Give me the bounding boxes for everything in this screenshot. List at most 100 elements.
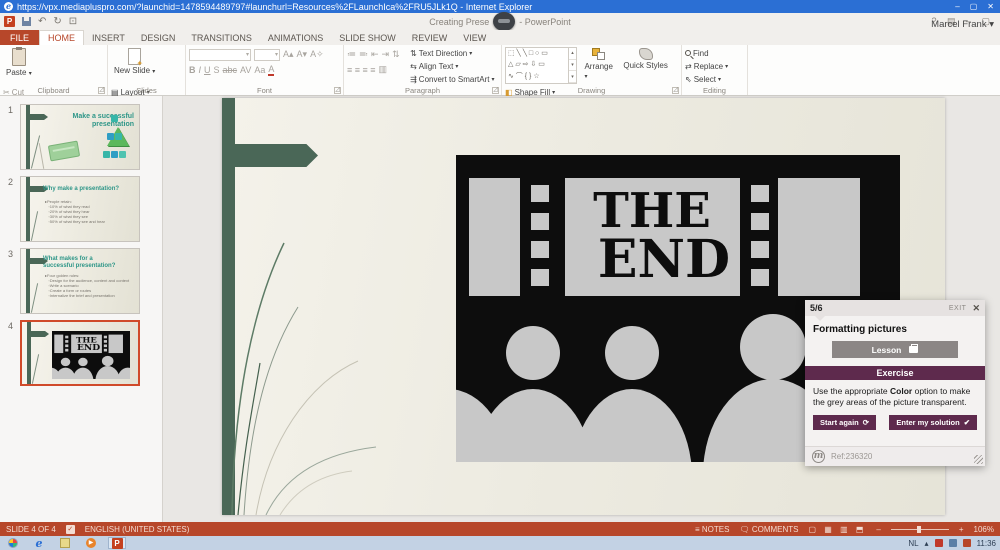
tab-file[interactable]: FILE: [0, 30, 39, 45]
panel-pointer: [815, 316, 825, 321]
tab-review[interactable]: REVIEW: [404, 30, 456, 45]
underline-button[interactable]: U: [204, 65, 211, 75]
thumb-1-card-shape: [48, 141, 80, 162]
font-size-select[interactable]: ▾: [254, 49, 280, 61]
shapes-row-3[interactable]: ∿ ⌒ { } ☆: [508, 73, 566, 81]
browser-minimize-button[interactable]: –: [955, 2, 959, 11]
thumbnail-slide-1[interactable]: 1 Make a successful presentation: [0, 101, 162, 173]
arrange-button[interactable]: Arrange▾: [581, 47, 615, 86]
change-case-button[interactable]: Aa: [254, 65, 265, 75]
convert-smartart-button[interactable]: ⇶ Convert to SmartArt ▾: [410, 73, 494, 85]
language-status[interactable]: ENGLISH (UNITED STATES): [85, 525, 190, 534]
thumbnail-slide-3[interactable]: 3 What makes for a successful presentati…: [0, 245, 162, 317]
tab-home[interactable]: HOME: [39, 30, 84, 45]
tab-insert[interactable]: INSERT: [84, 30, 133, 45]
lesson-button[interactable]: Lesson: [832, 341, 958, 358]
shadow-button[interactable]: S: [214, 65, 220, 75]
training-panel-header[interactable]: 5/6 EXIT ✕: [805, 300, 985, 316]
comments-button[interactable]: 🗨 COMMENTS: [739, 525, 798, 534]
columns-button[interactable]: ▥: [379, 64, 388, 75]
training-widget-puck[interactable]: [493, 12, 515, 31]
enter-solution-button[interactable]: Enter my solution✔: [889, 415, 977, 430]
taskbar-ie[interactable]: e: [30, 537, 48, 549]
line-spacing-button[interactable]: ⇅: [392, 49, 400, 60]
zoom-slider-thumb[interactable]: [917, 526, 921, 533]
clock[interactable]: 11:36: [977, 540, 996, 547]
font-dialog-launcher[interactable]: ◿: [334, 87, 341, 94]
save-icon[interactable]: [22, 17, 31, 26]
clipboard-dialog-launcher[interactable]: ◿: [98, 87, 105, 94]
browser-close-button[interactable]: ✕: [987, 2, 994, 11]
tab-transitions[interactable]: TRANSITIONS: [183, 30, 260, 45]
close-icon[interactable]: ✕: [972, 303, 980, 314]
thumbnail-slide-4[interactable]: 4 THE: [0, 317, 162, 389]
shapes-row-1[interactable]: ⬚ ╲ ╲ □ ○ ▭: [508, 50, 566, 58]
powerpoint-logo-icon[interactable]: P: [4, 16, 15, 27]
language-indicator[interactable]: NL: [908, 539, 918, 548]
group-label-font: Font: [186, 86, 343, 95]
resize-handle[interactable]: [974, 455, 983, 464]
paste-button[interactable]: Paste ▾: [3, 47, 35, 86]
touch-mode-icon[interactable]: ⊡: [69, 17, 77, 27]
taskbar-powerpoint[interactable]: P: [108, 537, 126, 549]
italic-button[interactable]: I: [199, 65, 202, 75]
screen: e https://vpx.mediapluspro.com/?launchid…: [0, 0, 1000, 550]
clear-formatting-button[interactable]: A✧: [310, 49, 324, 60]
grow-font-button[interactable]: A▴: [283, 49, 294, 60]
paragraph-dialog-launcher[interactable]: ◿: [492, 87, 499, 94]
shapes-row-2[interactable]: △ ▱ ⇨ ⇩ ▭: [508, 61, 566, 69]
tab-design[interactable]: DESIGN: [133, 30, 184, 45]
new-slide-button[interactable]: New Slide ▾: [111, 47, 158, 86]
font-color-button[interactable]: A: [268, 64, 274, 76]
browser-maximize-button[interactable]: ▢: [970, 2, 978, 11]
the-end-text-line2: END: [598, 229, 730, 290]
text-direction-button[interactable]: ⇅ Text Direction ▾: [410, 47, 494, 59]
zoom-slider[interactable]: [891, 529, 949, 530]
char-spacing-button[interactable]: AV: [240, 65, 251, 75]
bold-button[interactable]: B: [189, 65, 196, 75]
svg-text:THE: THE: [76, 336, 97, 344]
workspace: 1 Make a successful presentation: [0, 96, 1000, 522]
zoom-level[interactable]: 106%: [974, 525, 994, 534]
decrease-indent-button[interactable]: ⇤: [371, 49, 379, 60]
undo-icon[interactable]: ↶: [38, 17, 46, 27]
replace-button[interactable]: ⇄ Replace ▾: [685, 60, 728, 72]
select-button[interactable]: ⇖ Select ▾: [685, 73, 728, 85]
start-button[interactable]: [4, 537, 22, 549]
view-mode-buttons[interactable]: ▢ ▦ ▥ ⬒: [809, 525, 867, 534]
redo-icon[interactable]: ↻: [53, 17, 61, 27]
bullets-button[interactable]: ≔: [347, 49, 356, 60]
spellcheck-icon[interactable]: ✓: [66, 525, 75, 534]
alignment-buttons[interactable]: ≡ ≡ ≡ ≡: [347, 65, 376, 75]
new-slide-icon: [128, 48, 141, 65]
find-button[interactable]: Find: [685, 47, 728, 59]
taskbar-media-player[interactable]: ▶: [82, 537, 100, 549]
tab-view[interactable]: VIEW: [455, 30, 494, 45]
user-account[interactable]: Marcel Frank ▾: [931, 19, 994, 30]
exit-button[interactable]: EXIT: [949, 305, 967, 312]
thumbnail-slide-2[interactable]: 2 Why make a presentation? ▸People retai…: [0, 173, 162, 245]
tray-icon-3[interactable]: [963, 539, 971, 547]
shapes-gallery-scrollbar[interactable]: ▴▾▾: [568, 48, 576, 83]
zoom-in-button[interactable]: +: [959, 525, 964, 534]
taskbar-notes-app[interactable]: [56, 537, 74, 549]
tab-slideshow[interactable]: SLIDE SHOW: [331, 30, 404, 45]
tray-icon-1[interactable]: [935, 539, 943, 547]
start-again-button[interactable]: Start again⟳: [813, 415, 876, 430]
align-text-button[interactable]: ⇆ Align Text ▾: [410, 60, 494, 72]
zoom-out-button[interactable]: –: [876, 525, 880, 534]
numbering-button[interactable]: ≕: [359, 49, 368, 60]
increase-indent-button[interactable]: ⇥: [382, 49, 390, 60]
drawing-dialog-launcher[interactable]: ◿: [672, 87, 679, 94]
tray-expand-icon[interactable]: ▴: [925, 539, 929, 548]
status-bar: SLIDE 4 OF 4 ✓ ENGLISH (UNITED STATES) ≡…: [0, 522, 1000, 536]
quick-styles-button[interactable]: Quick Styles: [620, 47, 670, 86]
tab-animations[interactable]: ANIMATIONS: [260, 30, 331, 45]
app-chrome: P ↶ ↻ ⊡ Creating Prese - PowerPoint ? ▤ …: [0, 13, 1000, 30]
strikethrough-button[interactable]: abc: [223, 65, 238, 75]
notes-button[interactable]: ≡ NOTES: [695, 525, 729, 534]
shapes-gallery[interactable]: ⬚ ╲ ╲ □ ○ ▭ △ ▱ ⇨ ⇩ ▭ ∿ ⌒ { } ☆ ▴▾▾: [505, 47, 577, 84]
shrink-font-button[interactable]: A▾: [297, 49, 308, 60]
tray-icon-2[interactable]: [949, 539, 957, 547]
font-name-select[interactable]: ▾: [189, 49, 251, 61]
